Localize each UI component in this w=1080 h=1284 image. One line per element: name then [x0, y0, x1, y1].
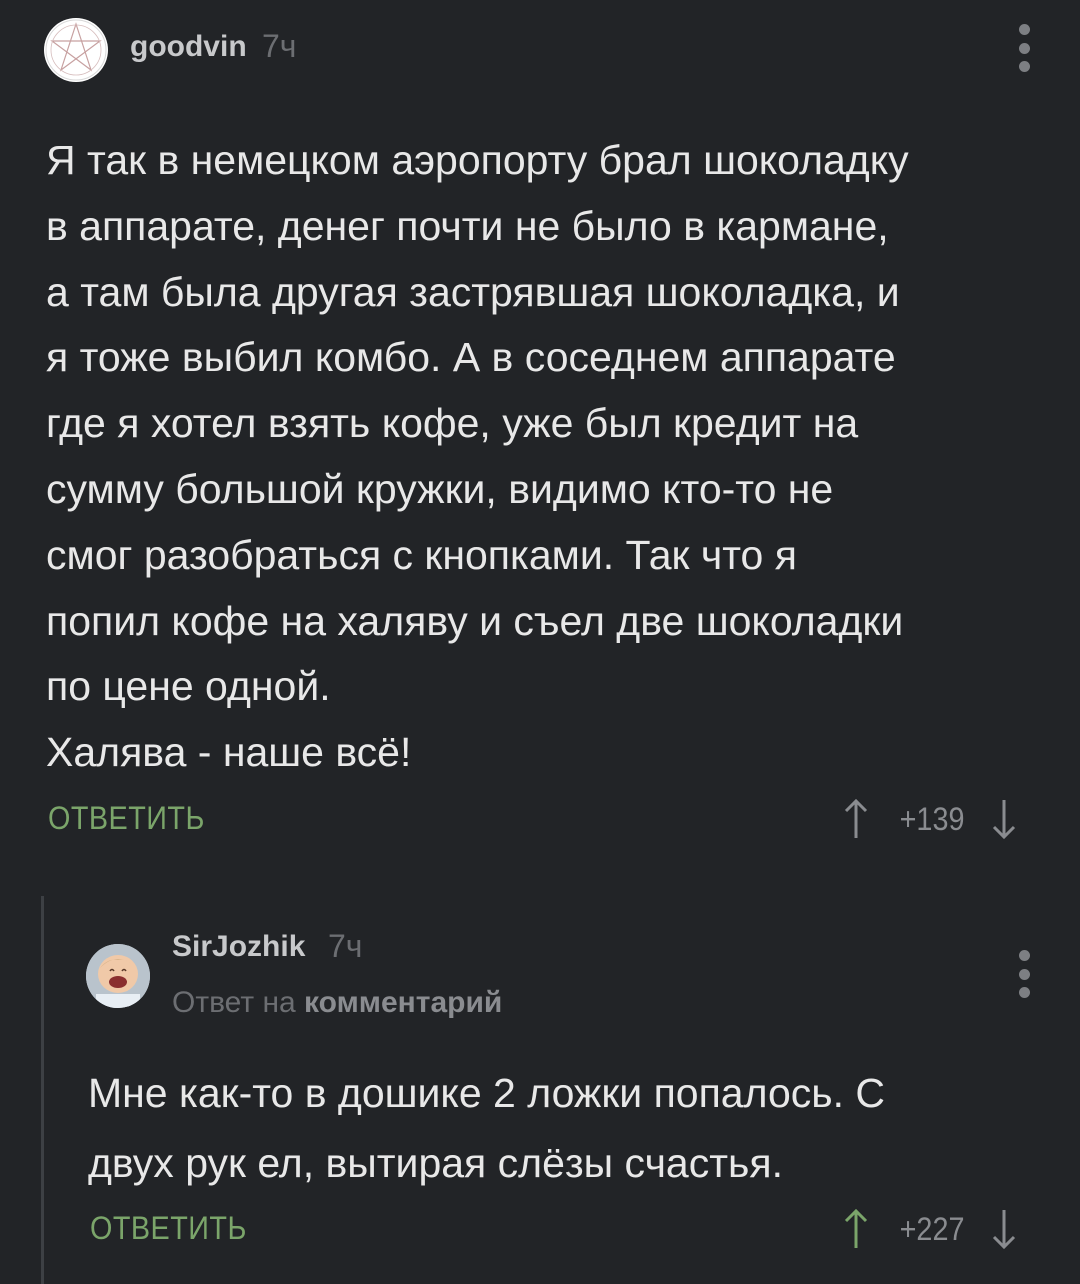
comment-body: Я так в немецком аэропорту брал шоколадк…: [46, 128, 1046, 786]
more-vertical-icon[interactable]: [1010, 950, 1038, 998]
comment-text-line: двух рук ел, вытирая слёзы счастья.: [88, 1140, 783, 1186]
comment-time: 7ч: [328, 928, 363, 964]
reply-comment: SirJozhik 7ч Ответ на комментарий Мне ка…: [0, 900, 1080, 1284]
comment-text-line: Мне как-то в дошике 2 ложки попалось. С: [88, 1070, 886, 1116]
vote-score: +139: [899, 800, 965, 837]
comment-text-line: смог разобраться с кнопками. Так что я: [46, 531, 797, 578]
comment-author[interactable]: goodvin: [130, 30, 247, 64]
reply-to-label: Ответ на комментарий: [172, 986, 502, 1020]
comment-text-line: сумму большой кружки, видимо кто-то не: [46, 465, 834, 512]
comment-text-line: я тоже выбил комбо. А в соседнем аппарат…: [46, 334, 896, 381]
comment-text-line: а там была другая застрявшая шоколадка, …: [46, 268, 900, 315]
comments-page: goodvin 7ч Я так в немецком аэропорту бр…: [0, 0, 1080, 1284]
reply-button[interactable]: ОТВЕТИТЬ: [90, 1210, 247, 1247]
comment-text-line: попил кофе на халяву и съел две шоколадк…: [46, 597, 904, 644]
pentagram-avatar-icon[interactable]: [44, 18, 108, 82]
arrow-down-icon[interactable]: [986, 796, 1022, 842]
reply-button[interactable]: ОТВЕТИТЬ: [48, 800, 205, 837]
comment-text-line: Халява - наше всё!: [46, 729, 412, 776]
comment-text-line: по цене одной.: [46, 663, 331, 710]
comment-time: 7ч: [262, 28, 297, 64]
comment-text-line: в аппарате, денег почти не было в карман…: [46, 202, 889, 249]
reply-to-prefix: Ответ на: [172, 986, 296, 1019]
reply-to-link[interactable]: комментарий: [304, 986, 502, 1019]
comment-text-line: где я хотел взять кофе, уже был кредит н…: [46, 400, 859, 447]
comment-text-line: Я так в немецком аэропорту брал шоколадк…: [46, 137, 909, 183]
arrow-down-icon[interactable]: [986, 1206, 1022, 1252]
vote-controls: +139: [838, 796, 1022, 842]
vote-score: +227: [899, 1210, 965, 1247]
vote-controls: +227: [838, 1206, 1022, 1252]
baby-photo-avatar-icon[interactable]: [86, 944, 150, 1008]
arrow-up-icon[interactable]: [838, 1206, 874, 1252]
comment-body: Мне как-то в дошике 2 ложки попалось. С …: [88, 1058, 1048, 1198]
comment: goodvin 7ч Я так в немецком аэропорту бр…: [0, 0, 1080, 880]
comment-author[interactable]: SirJozhik: [172, 930, 305, 964]
more-vertical-icon[interactable]: [1010, 24, 1038, 72]
arrow-up-icon[interactable]: [838, 796, 874, 842]
